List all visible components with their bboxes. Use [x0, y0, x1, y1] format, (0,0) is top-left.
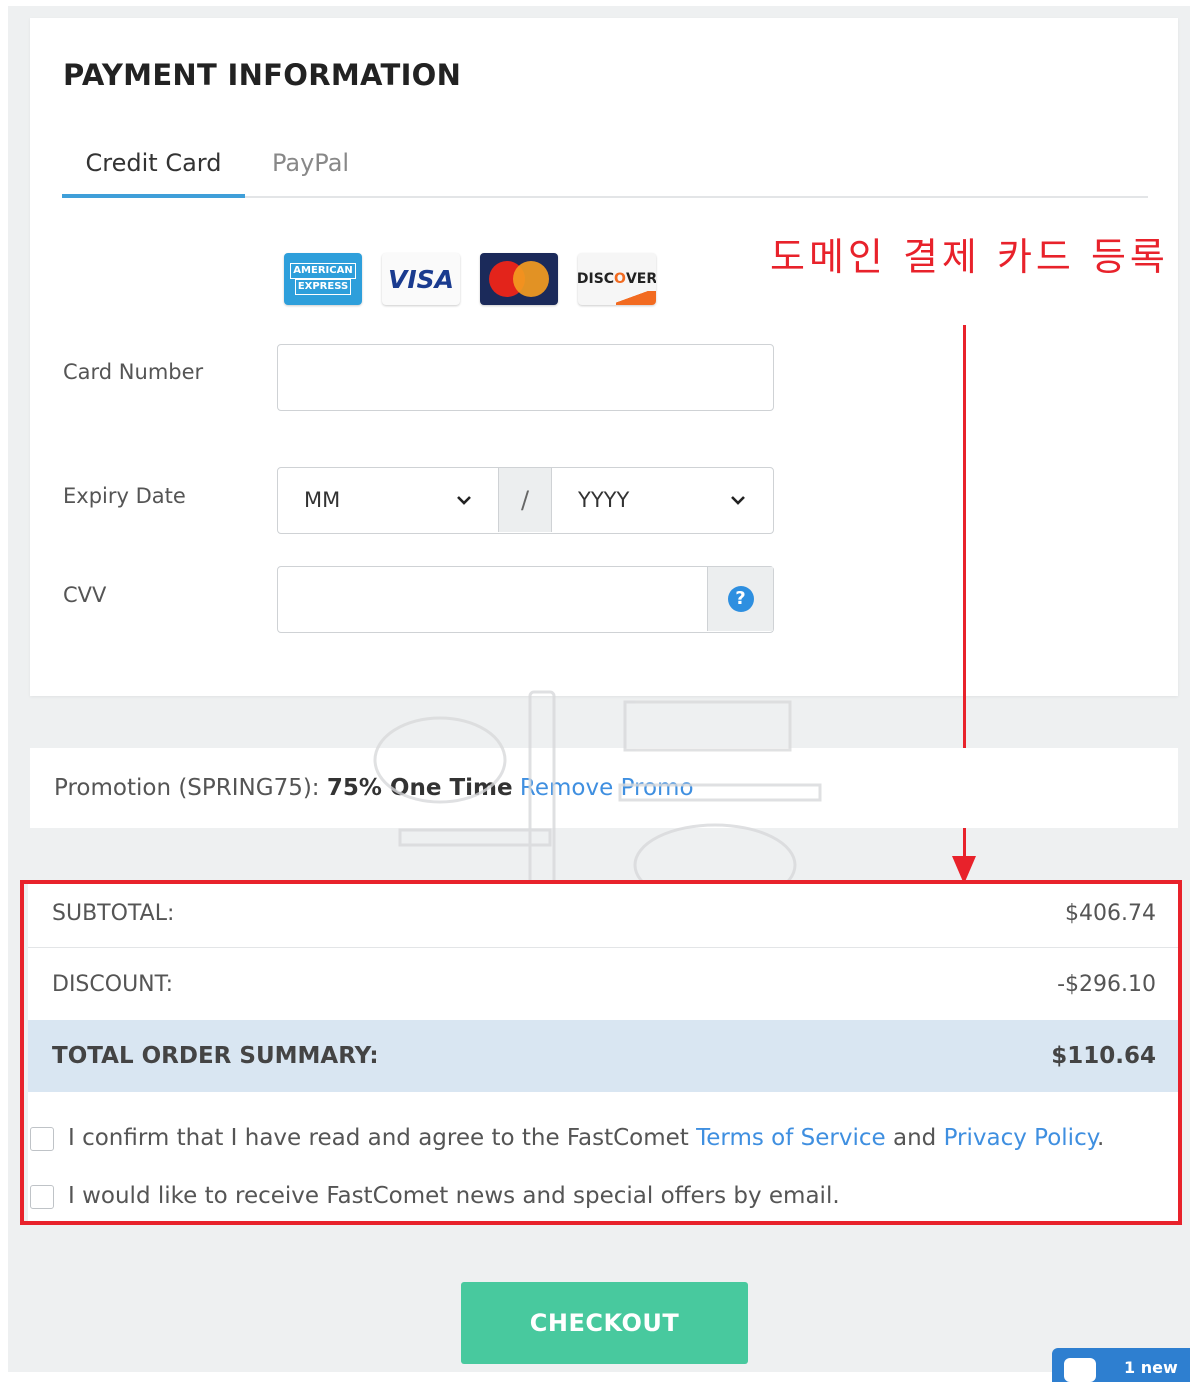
- privacy-policy-link[interactable]: Privacy Policy: [944, 1125, 1097, 1151]
- amex-logo: AMERICAN EXPRESS: [284, 253, 362, 305]
- total-value: $110.64: [1051, 1043, 1156, 1069]
- amex-logo-line1: AMERICAN: [290, 263, 356, 279]
- page-title: PAYMENT INFORMATION: [63, 58, 462, 92]
- cvv-help-button[interactable]: ?: [707, 567, 773, 631]
- amex-logo-line2: EXPRESS: [294, 279, 352, 295]
- order-summary: SUBTOTAL: $406.74 DISCOUNT: -$296.10 TOT…: [28, 884, 1178, 1222]
- newsletter-text: I would like to receive FastComet news a…: [68, 1183, 840, 1209]
- expiry-year-select[interactable]: YYYY: [552, 468, 772, 532]
- promo-prefix: Promotion (SPRING75):: [54, 775, 320, 801]
- total-label: TOTAL ORDER SUMMARY:: [52, 1043, 379, 1069]
- discover-text-o: O: [614, 271, 626, 287]
- terms-and: and: [892, 1125, 937, 1151]
- discover-logo: DISC O VER: [578, 253, 656, 305]
- expiry-date-group: MM / YYYY: [277, 467, 774, 534]
- subtotal-value: $406.74: [1065, 901, 1156, 926]
- expiry-date-label: Expiry Date: [63, 484, 186, 508]
- mastercard-logo: [480, 253, 558, 305]
- question-circle-icon: ?: [727, 586, 754, 612]
- annotation-text: 도메인 결제 카드 등록: [770, 235, 1169, 279]
- expiry-year-value: YYYY: [578, 488, 630, 512]
- terms-suffix: .: [1097, 1125, 1105, 1151]
- terms-agreement: I confirm that I have read and agree to …: [28, 1118, 1104, 1158]
- discover-strip: [616, 291, 656, 305]
- card-number-input[interactable]: [277, 344, 774, 411]
- chevron-down-icon: [456, 468, 472, 559]
- mastercard-orange-circle: [513, 261, 549, 297]
- chevron-down-icon: [730, 468, 746, 559]
- visa-logo: VISA: [382, 253, 460, 305]
- chat-icon: [1064, 1358, 1096, 1382]
- discover-text-pre: DISC: [578, 271, 615, 287]
- terms-prefix: I confirm that I have read and agree to …: [68, 1125, 689, 1151]
- discount-value: -$296.10: [1057, 972, 1156, 997]
- subtotal-label: SUBTOTAL:: [52, 901, 175, 926]
- expiry-separator: /: [499, 468, 552, 532]
- terms-of-service-link[interactable]: Terms of Service: [696, 1125, 886, 1151]
- remove-promo-link[interactable]: Remove Promo: [520, 775, 694, 801]
- tab-paypal[interactable]: PayPal: [272, 132, 349, 198]
- promo-banner: Promotion (SPRING75): 75% One Time Remov…: [30, 748, 1178, 828]
- cvv-input[interactable]: ?: [277, 566, 774, 633]
- terms-checkbox[interactable]: [30, 1127, 54, 1151]
- newsletter-agreement: I would like to receive FastComet news a…: [28, 1176, 840, 1216]
- payment-tabs: Credit Card PayPal: [62, 132, 1148, 198]
- discount-row: DISCOUNT: -$296.10: [28, 950, 1178, 1020]
- newsletter-checkbox[interactable]: [30, 1185, 54, 1209]
- card-number-label: Card Number: [63, 360, 204, 384]
- expiry-month-value: MM: [304, 488, 341, 512]
- discover-text-post: VER: [625, 271, 656, 287]
- promo-deal: 75% One Time: [326, 775, 513, 801]
- total-row: TOTAL ORDER SUMMARY: $110.64: [28, 1020, 1178, 1092]
- subtotal-row: SUBTOTAL: $406.74: [28, 884, 1178, 948]
- chat-widget-button[interactable]: 1 new: [1052, 1348, 1190, 1382]
- expiry-month-select[interactable]: MM: [278, 468, 499, 532]
- tab-credit-card[interactable]: Credit Card: [62, 132, 245, 198]
- checkout-button[interactable]: CHECKOUT: [461, 1282, 748, 1364]
- discount-label: DISCOUNT:: [52, 972, 174, 997]
- cvv-label: CVV: [63, 583, 107, 607]
- chat-label: 1 new: [1124, 1358, 1178, 1377]
- arrow-down-icon: [952, 856, 976, 884]
